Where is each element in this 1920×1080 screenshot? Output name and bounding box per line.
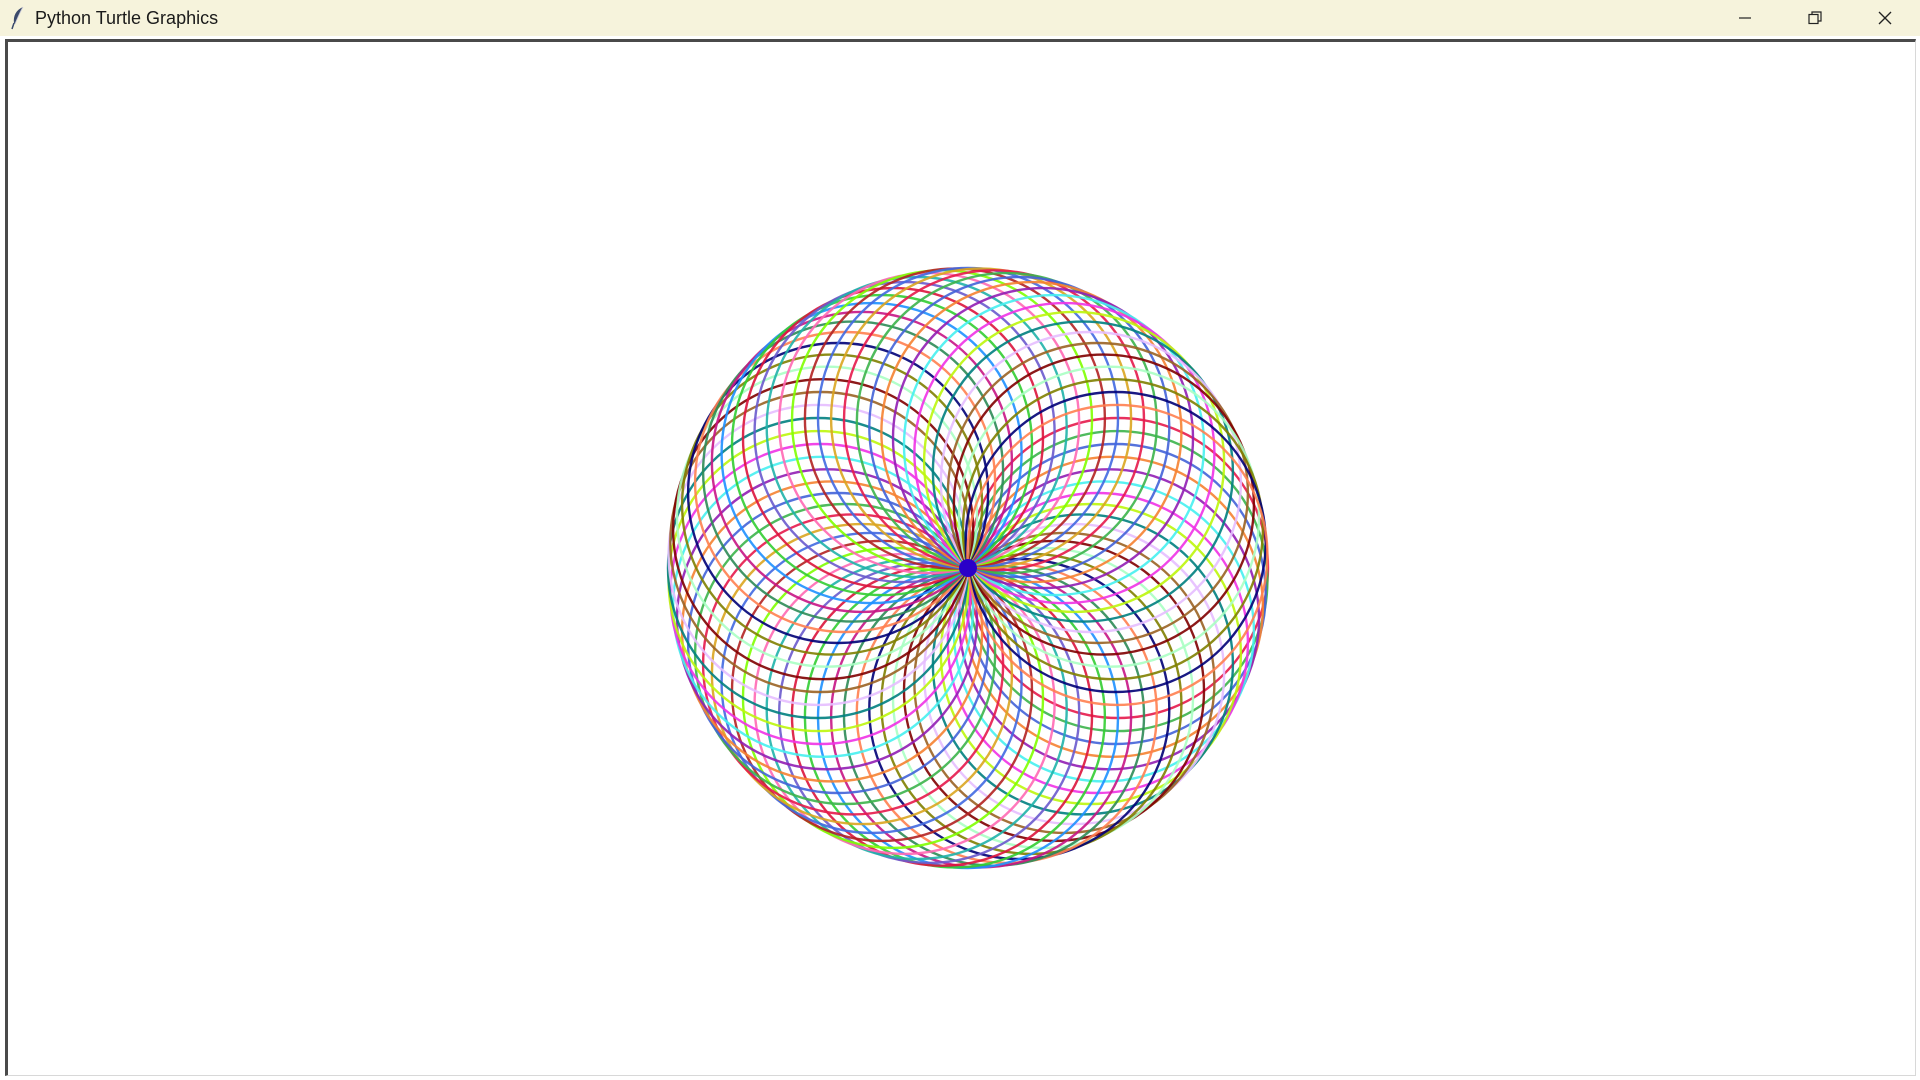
title-bar[interactable]: Python Turtle Graphics	[0, 0, 1920, 36]
minimize-button[interactable]	[1710, 0, 1780, 36]
window-controls	[1710, 0, 1920, 36]
turtle-window: Python Turtle Graphics	[0, 0, 1920, 1080]
turtle-cursor	[959, 559, 977, 577]
close-icon	[1878, 11, 1892, 25]
window-title: Python Turtle Graphics	[35, 7, 219, 28]
spirograph-drawing	[666, 266, 1270, 870]
feather-icon	[7, 6, 29, 30]
minimize-icon	[1739, 17, 1751, 19]
restore-icon	[1808, 11, 1822, 25]
close-button[interactable]	[1850, 0, 1920, 36]
maximize-button[interactable]	[1780, 0, 1850, 36]
turtle-canvas[interactable]	[5, 39, 1916, 1076]
